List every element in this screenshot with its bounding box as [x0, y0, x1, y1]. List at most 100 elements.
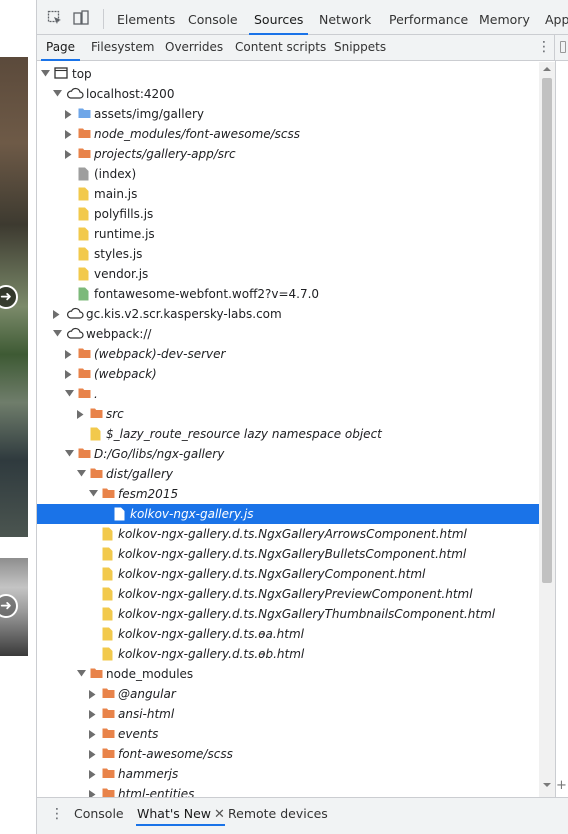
expand-arrow-right-icon[interactable]	[89, 684, 99, 704]
expand-arrow-right-icon[interactable]	[65, 124, 75, 144]
expand-arrow-right-icon[interactable]	[89, 784, 99, 797]
tab-content-scripts[interactable]: Content scripts	[235, 35, 326, 61]
tab-network[interactable]: Network	[319, 0, 371, 35]
tree-item[interactable]: kolkov-ngx-gallery.d.ts.NgxGalleryCompon…	[37, 564, 539, 584]
expand-arrow-right-icon[interactable]	[65, 144, 75, 164]
tree-item[interactable]: polyfills.js	[37, 204, 539, 224]
expand-arrow-right-icon[interactable]	[65, 104, 75, 124]
tree-item[interactable]: gc.kis.v2.scr.kaspersky-labs.com	[37, 304, 539, 324]
tree-item[interactable]: main.js	[37, 184, 539, 204]
close-icon[interactable]: ✕	[214, 807, 225, 822]
tree-item[interactable]: runtime.js	[37, 224, 539, 244]
expand-arrow-down-icon[interactable]	[53, 84, 63, 104]
tree-item[interactable]: (webpack)	[37, 364, 539, 384]
expand-arrow-right-icon[interactable]	[65, 344, 75, 364]
frame-icon	[54, 67, 68, 82]
script-file-icon	[78, 187, 89, 204]
tree-item[interactable]: font-awesome/scss	[37, 744, 539, 764]
tree-item[interactable]: node_modules	[37, 664, 539, 684]
tree-item[interactable]: html-entities	[37, 784, 539, 797]
drawer-tab-whats-new[interactable]: What's New ✕	[136, 804, 225, 826]
tab-overrides[interactable]: Overrides	[165, 35, 223, 61]
scrollbar-thumb[interactable]	[542, 78, 552, 583]
tab-console[interactable]: Console	[188, 0, 238, 35]
expand-arrow-right-icon[interactable]	[77, 404, 87, 424]
tab-performance[interactable]: Performance	[389, 0, 468, 35]
tree-item[interactable]: dist/gallery	[37, 464, 539, 484]
expand-arrow-down-icon[interactable]	[77, 664, 87, 684]
element-picker-icon[interactable]	[47, 10, 63, 29]
tree-item[interactable]: (index)	[37, 164, 539, 184]
folder-icon	[102, 707, 115, 722]
tab-sources[interactable]: Sources	[249, 0, 309, 35]
tab-filesystem[interactable]: Filesystem	[91, 35, 154, 61]
tree-item[interactable]: top	[37, 64, 539, 84]
pane-toggle-icon[interactable]	[560, 41, 566, 53]
expand-arrow-down-icon[interactable]	[65, 444, 75, 464]
drawer-tab-remote-devices[interactable]: Remote devices	[228, 804, 328, 826]
tree-item[interactable]: events	[37, 724, 539, 744]
folder-icon	[78, 347, 91, 362]
folder-icon	[102, 727, 115, 742]
tree-item[interactable]: src	[37, 404, 539, 424]
folder-icon	[90, 467, 103, 482]
tree-item[interactable]: styles.js	[37, 244, 539, 264]
folder-icon	[78, 367, 91, 382]
tree-item[interactable]: (webpack)-dev-server	[37, 344, 539, 364]
expand-arrow-down-icon[interactable]	[65, 384, 75, 404]
tree-item[interactable]: kolkov-ngx-gallery.d.ts.NgxGalleryBullet…	[37, 544, 539, 564]
tree-item[interactable]: fesm2015	[37, 484, 539, 504]
tab-snippets[interactable]: Snippets	[334, 35, 386, 61]
pane-divider	[554, 35, 555, 61]
tab-application[interactable]: App	[545, 0, 568, 35]
tree-item[interactable]: kolkov-ngx-gallery.d.ts.NgxGalleryPrevie…	[37, 584, 539, 604]
expand-arrow-right-icon[interactable]	[89, 724, 99, 744]
drawer-kebab-menu-icon[interactable]: ⋮	[50, 807, 64, 821]
tree-item[interactable]: localhost:4200	[37, 84, 539, 104]
tree-item[interactable]: kolkov-ngx-gallery.d.ts.ɵa.html	[37, 624, 539, 644]
tree-item[interactable]: @angular	[37, 684, 539, 704]
tree-item[interactable]: webpack://	[37, 324, 539, 344]
tab-page[interactable]: Page	[41, 35, 81, 61]
expand-arrow-down-icon[interactable]	[53, 324, 63, 344]
expand-arrow-right-icon[interactable]	[65, 364, 75, 384]
tree-item[interactable]: projects/gallery-app/src	[37, 144, 539, 164]
tree-item[interactable]: hammerjs	[37, 764, 539, 784]
tree-item[interactable]: kolkov-ngx-gallery.d.ts.NgxGalleryThumbn…	[37, 604, 539, 624]
tree-item[interactable]: ansi-html	[37, 704, 539, 724]
expand-arrow-down-icon[interactable]	[89, 484, 99, 504]
tree-item[interactable]: .	[37, 384, 539, 404]
kebab-menu-icon[interactable]: ⋮	[537, 40, 551, 54]
expand-arrow-down-icon[interactable]	[77, 464, 87, 484]
expand-arrow-right-icon[interactable]	[89, 744, 99, 764]
tab-memory[interactable]: Memory	[479, 0, 530, 35]
scroll-up-arrow-icon[interactable]	[543, 66, 551, 72]
tree-item[interactable]: assets/img/gallery	[37, 104, 539, 124]
add-icon[interactable]: +	[556, 779, 567, 793]
scroll-down-arrow-icon[interactable]	[543, 782, 551, 788]
drawer-tab-console[interactable]: Console	[74, 804, 124, 826]
expand-arrow-right-icon[interactable]	[53, 304, 63, 324]
tree-item[interactable]: D:/Go/libs/ngx-gallery	[37, 444, 539, 464]
tree-item-label: gc.kis.v2.scr.kaspersky-labs.com	[86, 307, 282, 321]
tree-item-label: kolkov-ngx-gallery.d.ts.NgxGalleryCompon…	[118, 567, 426, 581]
tab-elements[interactable]: Elements	[117, 0, 175, 35]
tree-item[interactable]: vendor.js	[37, 264, 539, 284]
tree-scrollbar[interactable]	[539, 62, 555, 797]
document-file-icon	[78, 167, 89, 184]
device-toolbar-icon[interactable]	[73, 10, 89, 29]
tree-item-selected[interactable]: kolkov-ngx-gallery.js	[37, 504, 539, 524]
expand-arrow-right-icon[interactable]	[89, 704, 99, 724]
tree-item[interactable]: $_lazy_route_resource lazy namespace obj…	[37, 424, 539, 444]
tree-item[interactable]: fontawesome-webfont.woff2?v=4.7.0	[37, 284, 539, 304]
script-file-icon	[102, 527, 113, 544]
tree-item-label: .	[94, 387, 98, 401]
tree-item[interactable]: kolkov-ngx-gallery.d.ts.NgxGalleryArrows…	[37, 524, 539, 544]
expand-arrow-down-icon[interactable]	[41, 64, 51, 84]
cloud-icon	[66, 87, 84, 102]
tree-item[interactable]: node_modules/font-awesome/scss	[37, 124, 539, 144]
expand-arrow-right-icon[interactable]	[89, 764, 99, 784]
tree-item[interactable]: kolkov-ngx-gallery.d.ts.ɵb.html	[37, 644, 539, 664]
toolbar-divider	[103, 9, 104, 29]
tree-item-label: D:/Go/libs/ngx-gallery	[94, 447, 225, 461]
